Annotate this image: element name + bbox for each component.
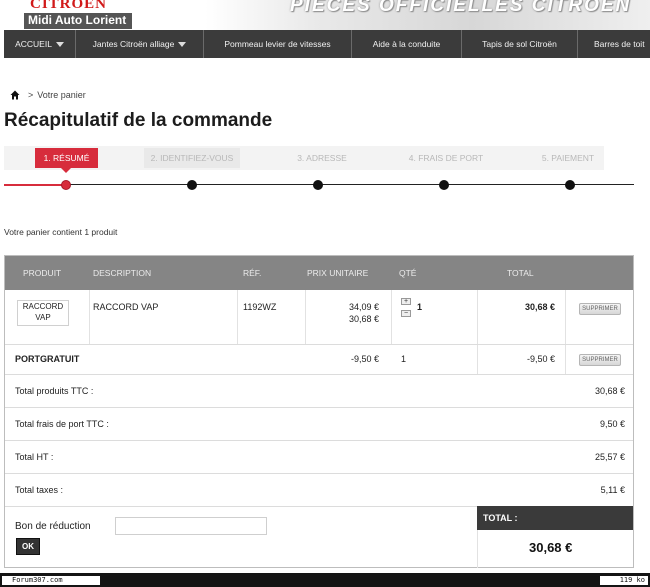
product-total: 30,68 € bbox=[524, 302, 555, 312]
cart-count: Votre panier contient 1 produit bbox=[4, 227, 118, 237]
step-resume[interactable]: 1. RÉSUMÉ bbox=[35, 148, 98, 173]
discount-name: PORTGRATUIT bbox=[15, 354, 80, 364]
product-thumbnail[interactable]: RACCORD VAP bbox=[17, 300, 69, 326]
summary-value: 30,68 € bbox=[594, 386, 625, 396]
breadcrumb: > Votre panier bbox=[10, 90, 86, 100]
grand-total-value: 30,68 € bbox=[529, 540, 573, 555]
step-adresse[interactable]: 3. ADRESSE bbox=[274, 148, 370, 168]
site-header: CITROËN Midi Auto Lorient PIÈCES OFFICIE… bbox=[0, 0, 650, 30]
delete-product-button[interactable]: SUPPRIMER bbox=[579, 303, 621, 315]
page-title: Récapitulatif de la commande bbox=[4, 110, 273, 131]
chevron-down-icon bbox=[178, 41, 187, 47]
nav-item-aide-conduite[interactable]: Aide à la conduite bbox=[352, 30, 462, 58]
coupon-ok-button[interactable]: OK bbox=[16, 538, 40, 555]
home-icon[interactable] bbox=[10, 90, 20, 100]
summary-row: Total taxes : 5,11 € bbox=[5, 473, 633, 506]
product-qty[interactable]: 1 bbox=[417, 302, 422, 312]
table-header: PRODUIT DESCRIPTION RÉF. PRIX UNITAIRE Q… bbox=[5, 256, 633, 290]
product-description[interactable]: RACCORD VAP bbox=[93, 302, 158, 312]
main-nav: ACCUEIL Jantes Citroën alliage Pommeau l… bbox=[4, 30, 650, 58]
delete-discount-button[interactable]: SUPPRIMER bbox=[579, 354, 621, 366]
qty-decrease-button[interactable]: − bbox=[401, 310, 411, 317]
breadcrumb-current: Votre panier bbox=[37, 90, 86, 100]
header-unit-price: PRIX UNITAIRE bbox=[307, 268, 369, 278]
brand-logo[interactable]: CITROËN bbox=[30, 0, 107, 13]
coupon-input[interactable] bbox=[115, 517, 267, 535]
header-qty: QTÉ bbox=[399, 268, 417, 278]
step-paiement[interactable]: 5. PAIEMENT bbox=[520, 148, 616, 168]
step-dot-frais-de-port bbox=[439, 180, 449, 190]
header-total: TOTAL bbox=[507, 268, 534, 278]
steps-line bbox=[66, 184, 634, 185]
footer-watermark: Forum307.com bbox=[2, 576, 100, 585]
summary-row: Total produits TTC : 30,68 € bbox=[5, 374, 633, 407]
chevron-down-icon bbox=[55, 41, 64, 47]
discount-price: -9,50 € bbox=[350, 354, 379, 364]
header-description: DESCRIPTION bbox=[93, 268, 152, 278]
checkout-steps: 1. RÉSUMÉ 2. IDENTIFIEZ-VOUS 3. ADRESSE … bbox=[4, 146, 634, 196]
step-identifiez-vous[interactable]: 2. IDENTIFIEZ-VOUS bbox=[144, 148, 240, 168]
step-dot-adresse bbox=[313, 180, 323, 190]
summary-label: Total frais de port TTC : bbox=[15, 419, 109, 429]
summary-label: Total HT : bbox=[15, 452, 54, 462]
summary-value: 5,11 € bbox=[600, 485, 625, 495]
table-row: RACCORD VAP RACCORD VAP 1192WZ 34,09 € 3… bbox=[5, 290, 633, 344]
steps-progress-line bbox=[4, 184, 66, 186]
summary-value: 25,57 € bbox=[594, 452, 625, 462]
banner-text: PIÈCES OFFICIELLES CITROËN bbox=[290, 0, 632, 16]
nav-item-barres[interactable]: Barres de toit bbox=[578, 30, 650, 58]
nav-item-tapis[interactable]: Tapis de sol Citroën bbox=[462, 30, 578, 58]
step-dot-paiement bbox=[565, 180, 575, 190]
nav-item-pommeau[interactable]: Pommeau levier de vitesses bbox=[204, 30, 352, 58]
dealer-name: Midi Auto Lorient bbox=[24, 13, 133, 29]
qty-increase-button[interactable]: + bbox=[401, 298, 411, 305]
nav-item-accueil[interactable]: ACCUEIL bbox=[4, 30, 76, 58]
footer-bar: Forum307.com 119 ko bbox=[0, 573, 650, 587]
product-ref: 1192WZ bbox=[243, 302, 277, 312]
header-product: PRODUIT bbox=[23, 268, 62, 278]
summary-row: Total HT : 25,57 € bbox=[5, 440, 633, 473]
coupon-label: Bon de réduction bbox=[15, 521, 91, 532]
header-ref: RÉF. bbox=[243, 268, 262, 278]
breadcrumb-separator: > bbox=[28, 90, 34, 100]
product-old-price: 34,09 € bbox=[348, 302, 379, 312]
summary-label: Total taxes : bbox=[15, 485, 64, 495]
footer-filesize: 119 ko bbox=[600, 576, 648, 585]
step-dot-resume bbox=[61, 180, 71, 190]
nav-item-jantes[interactable]: Jantes Citroën alliage bbox=[76, 30, 204, 58]
step-dot-identifiez-vous bbox=[187, 180, 197, 190]
summary-row: Total frais de port TTC : 9,50 € bbox=[5, 407, 633, 440]
summary-value: 9,50 € bbox=[599, 419, 625, 429]
product-price: 30,68 € bbox=[348, 314, 379, 324]
cart-table: PRODUIT DESCRIPTION RÉF. PRIX UNITAIRE Q… bbox=[4, 255, 634, 568]
discount-row: PORTGRATUIT -9,50 € 1 -9,50 € SUPPRIMER bbox=[5, 344, 633, 375]
summary-label: Total produits TTC : bbox=[15, 386, 94, 396]
step-frais-de-port[interactable]: 4. FRAIS DE PORT bbox=[398, 148, 494, 168]
grand-total-label: TOTAL : bbox=[477, 506, 633, 530]
discount-qty: 1 bbox=[401, 354, 407, 364]
discount-total: -9,50 € bbox=[526, 354, 555, 364]
